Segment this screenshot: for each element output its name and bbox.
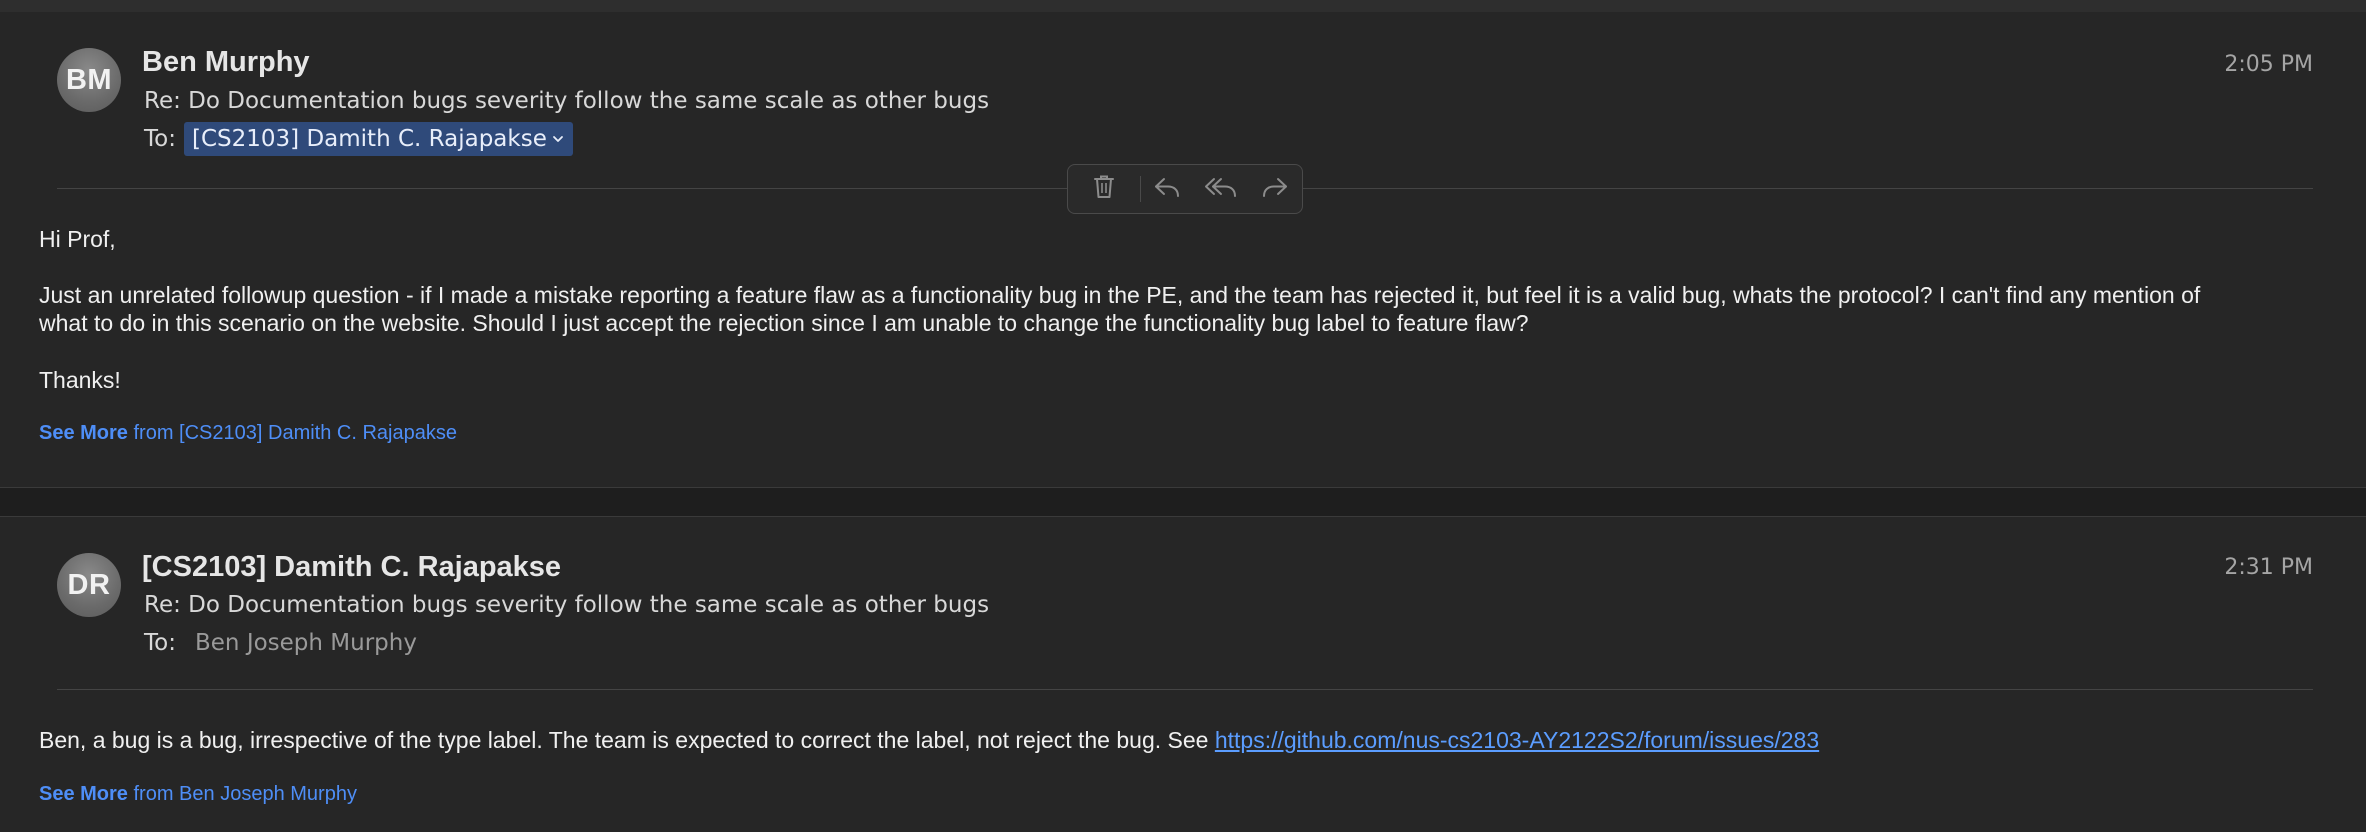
see-more-label: See More xyxy=(39,783,128,805)
forward-icon xyxy=(1261,176,1289,203)
issue-link[interactable]: https://github.com/nus-cs2103-AY2122S2/f… xyxy=(1215,727,1819,753)
see-more-from: from Ben Joseph Murphy xyxy=(134,783,357,805)
reply-icon xyxy=(1153,176,1181,203)
reply-button[interactable] xyxy=(1141,164,1193,214)
body-paragraph-line: what to do in this scenario on the websi… xyxy=(39,309,2329,337)
delete-button[interactable] xyxy=(1068,164,1140,214)
avatar: BM xyxy=(57,48,121,112)
message-subject: Re: Do Documentation bugs severity follo… xyxy=(144,88,989,114)
recipient-name[interactable]: Ben Joseph Murphy xyxy=(195,630,417,656)
see-more-from: from [CS2103] Damith C. Rajapakse xyxy=(134,422,457,444)
see-more-link[interactable]: See More from [CS2103] Damith C. Rajapak… xyxy=(39,422,457,445)
recipient-name: [CS2103] Damith C. Rajapakse xyxy=(192,126,547,152)
greeting-text: Hi Prof, xyxy=(39,225,2329,253)
message-time: 2:05 PM xyxy=(2224,52,2313,77)
reply-all-icon xyxy=(1204,176,1238,203)
message-subject: Re: Do Documentation bugs severity follo… xyxy=(144,592,989,618)
to-label: To: xyxy=(144,126,176,152)
trash-icon xyxy=(1093,174,1115,205)
forward-button[interactable] xyxy=(1249,164,1301,214)
sender-name[interactable]: [CS2103] Damith C. Rajapakse xyxy=(142,551,561,584)
recipient-chip[interactable]: [CS2103] Damith C. Rajapakse xyxy=(184,122,573,156)
reply-all-button[interactable] xyxy=(1193,164,1249,214)
sender-name[interactable]: Ben Murphy xyxy=(142,46,310,79)
message-time: 2:31 PM xyxy=(2224,555,2313,580)
avatar: DR xyxy=(57,553,121,617)
header-divider xyxy=(57,689,2313,690)
see-more-link[interactable]: See More from Ben Joseph Murphy xyxy=(39,783,357,806)
body-paragraph: Ben, a bug is a bug, irrespective of the… xyxy=(39,726,2329,754)
to-label: To: xyxy=(144,630,176,656)
top-strip xyxy=(0,0,2366,12)
message-toolbar xyxy=(1067,164,1303,214)
message-1: BM Ben Murphy 2:05 PM Re: Do Documentati… xyxy=(0,12,2366,487)
see-more-label: See More xyxy=(39,422,128,444)
body-paragraph-line: Just an unrelated followup question - if… xyxy=(39,281,2329,309)
body-text: Ben, a bug is a bug, irrespective of the… xyxy=(39,727,1215,753)
signoff-text: Thanks! xyxy=(39,366,2329,394)
message-separator xyxy=(0,487,2366,517)
message-2: DR [CS2103] Damith C. Rajapakse 2:31 PM … xyxy=(0,517,2366,832)
mail-thread-view: BM Ben Murphy 2:05 PM Re: Do Documentati… xyxy=(0,0,2366,832)
chevron-down-icon xyxy=(551,132,565,146)
